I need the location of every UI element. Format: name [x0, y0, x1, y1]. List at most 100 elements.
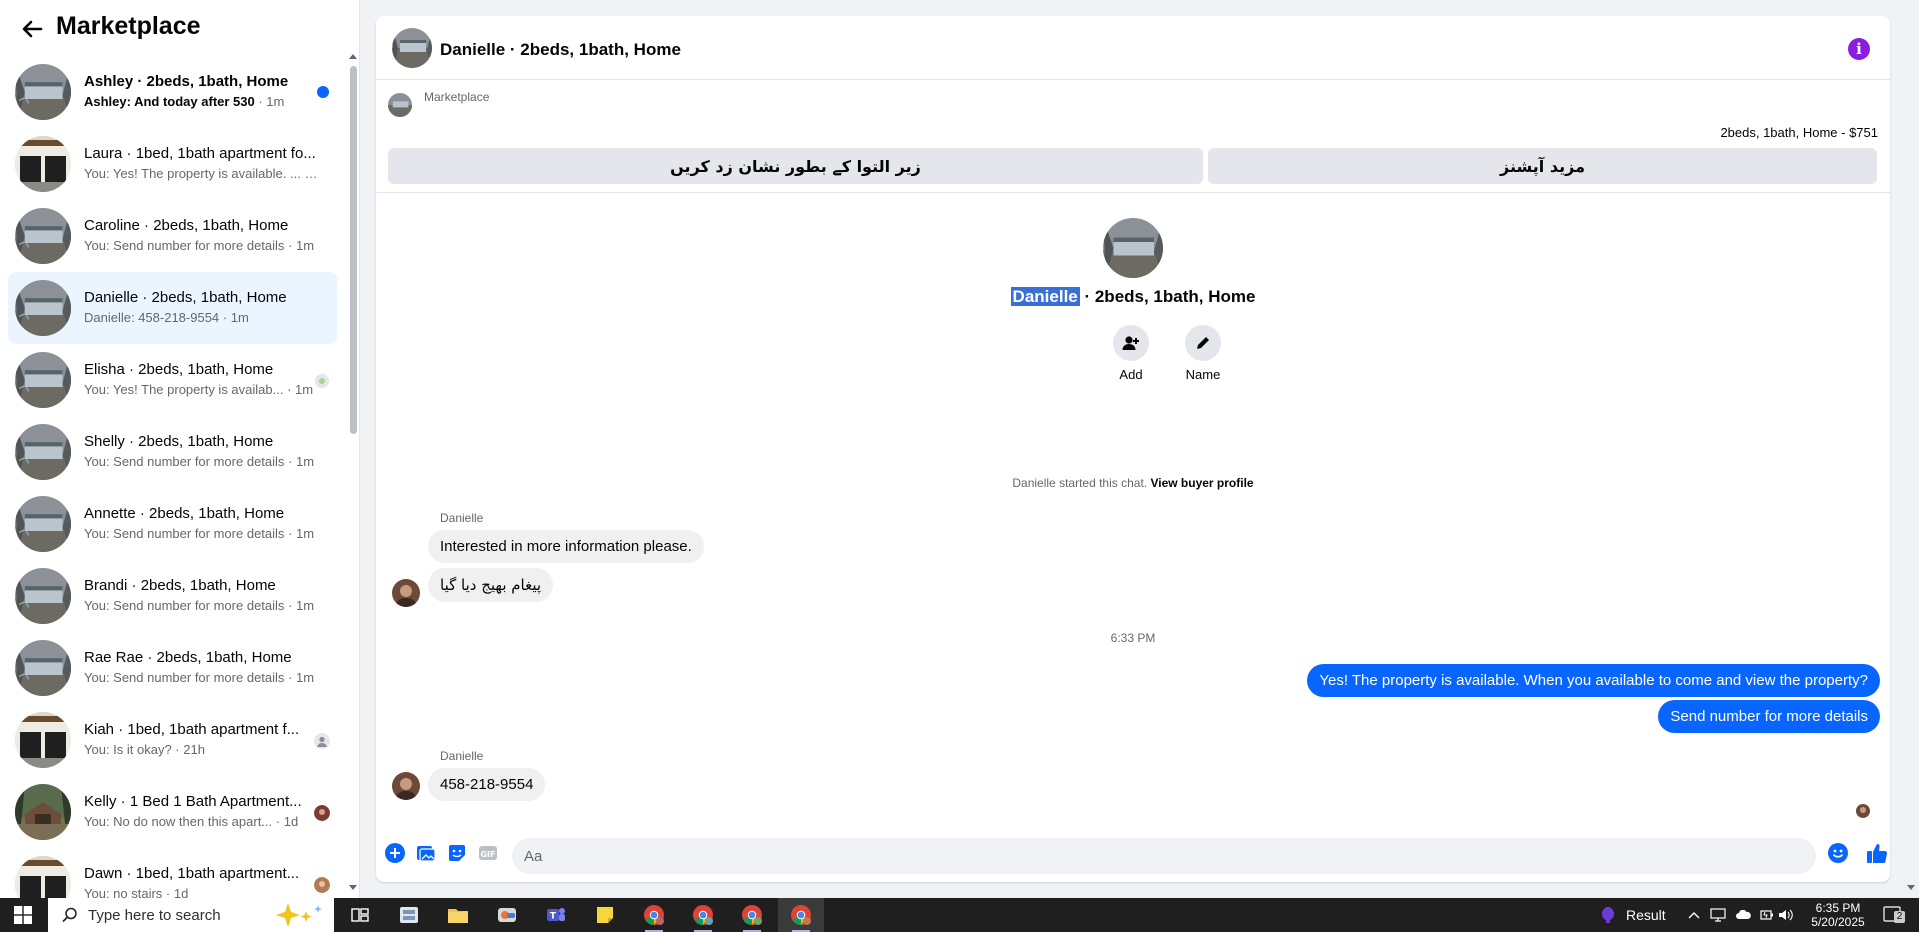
onedrive-cloud-icon[interactable] — [1735, 907, 1751, 923]
back-button[interactable] — [14, 14, 50, 44]
outgoing-message[interactable]: Yes! The property is available. When you… — [1307, 664, 1880, 697]
conversation-thumbnail — [15, 568, 71, 624]
conversation-item[interactable]: Dawn · 1bed, 1bath apartment... You: no s… — [8, 848, 337, 898]
battery-icon[interactable] — [1759, 907, 1775, 923]
listing-thumbnail[interactable] — [388, 93, 412, 117]
file-explorer-icon[interactable] — [435, 898, 481, 932]
conversation-thumbnail — [15, 136, 71, 192]
chrome-profile-3-icon[interactable] — [729, 898, 775, 932]
listing-title-price[interactable]: 2beds, 1bath, Home - $751 — [1720, 125, 1878, 140]
incoming-message[interactable]: Interested in more information please. — [428, 530, 704, 563]
speaker-icon[interactable] — [1778, 907, 1794, 923]
edit-name-button[interactable]: Name — [1168, 325, 1238, 382]
incoming-message[interactable]: 458-218-9554 — [428, 768, 546, 801]
thumbs-up-icon[interactable] — [1866, 842, 1888, 864]
info-icon[interactable]: i — [1848, 38, 1870, 60]
chrome-profile-4-icon[interactable] — [778, 898, 824, 932]
chrome-profile-1-icon[interactable] — [631, 898, 677, 932]
search-placeholder: Type here to search — [88, 907, 221, 924]
house-photo-icon — [1103, 218, 1163, 278]
conversation-preview-row: You: Yes! The property is available. ...… — [84, 165, 319, 183]
scroll-up-arrow-icon[interactable] — [349, 54, 357, 59]
sender-name: Danielle — [440, 749, 484, 763]
sidebar-scrollbar[interactable] — [348, 52, 358, 890]
conversation-title: Rae Rae · 2beds, 1bath, Home — [84, 649, 292, 666]
sticker-icon[interactable] — [446, 842, 468, 864]
conversation-thumbnail — [15, 784, 71, 840]
conversation-preview-row: You: Send number for more details · 1m — [84, 525, 319, 543]
conversation-title: Caroline · 2beds, 1bath, Home — [84, 217, 289, 234]
conversation-item[interactable]: Kiah · 1bed, 1bath apartment f... You: Is… — [8, 704, 337, 776]
conversation-item[interactable]: Elisha · 2beds, 1bath, Home You: Yes! The… — [8, 344, 337, 416]
conversation-time: · 1m — [304, 166, 319, 181]
task-view-icon[interactable] — [337, 898, 383, 932]
conversation-texts: Rae Rae · 2beds, 1bath, Home You: Send nu… — [84, 648, 319, 687]
incoming-message[interactable]: پیغام بھیج دیا گیا — [428, 568, 554, 602]
conversation-time: · 1m — [284, 526, 315, 541]
conversation-texts: Ashley · 2beds, 1bath, Home Ashley: And t… — [84, 72, 319, 111]
conversation-item[interactable]: Caroline · 2beds, 1bath, Home You: Send n… — [8, 200, 337, 272]
view-buyer-profile-link[interactable]: View buyer profile — [1150, 476, 1253, 490]
scrollbar-thumb[interactable] — [350, 66, 357, 434]
message-input[interactable] — [512, 838, 1816, 874]
conversation-preview-row: Danielle: 458-218-9554 · 1m — [84, 309, 319, 327]
taskbar-clock[interactable]: 6:35 PM 5/20/2025 — [1798, 901, 1878, 929]
conversation-list: Ashley · 2beds, 1bath, Home Ashley: And t… — [0, 56, 345, 898]
conversation-item[interactable]: Kelly · 1 Bed 1 Bath Apartment... You: No… — [8, 776, 337, 848]
conversation-time: · 1m — [254, 94, 285, 109]
page-scrollbar[interactable] — [1903, 0, 1919, 898]
start-button[interactable] — [0, 898, 46, 932]
pencil-icon — [1185, 325, 1221, 361]
chat-header-avatar[interactable] — [392, 28, 432, 68]
chat-header: Danielle · 2beds, 1bath, Home i — [376, 16, 1890, 80]
conversation-title: Elisha · 2beds, 1bath, Home — [84, 361, 274, 378]
house-photo-icon — [15, 208, 71, 264]
scroll-down-arrow-icon[interactable] — [349, 885, 357, 890]
widget-result[interactable]: Result — [1598, 898, 1666, 932]
chevron-up-icon[interactable] — [1686, 907, 1702, 923]
conversation-preview-row: You: Send number for more details · 1m — [84, 237, 319, 255]
seen-avatar-icon — [314, 733, 330, 749]
house-photo-icon — [15, 424, 71, 480]
started-text: Danielle started this chat. — [1012, 476, 1151, 490]
conversation-item[interactable]: Brandi · 2beds, 1bath, Home You: Send num… — [8, 560, 337, 632]
house-photo-icon — [392, 28, 432, 68]
sticky-notes-icon[interactable] — [582, 898, 628, 932]
chrome-profile-2-icon[interactable] — [680, 898, 726, 932]
add-contact-button[interactable]: Add — [1096, 325, 1166, 382]
conversation-preview-row: You: Send number for more details · 1m — [84, 669, 319, 687]
emoji-icon[interactable] — [1827, 842, 1849, 864]
conversation-item[interactable]: Ashley · 2beds, 1bath, Home Ashley: And t… — [8, 56, 337, 128]
weather-app-icon[interactable] — [484, 898, 530, 932]
conversation-item[interactable]: Rae Rae · 2beds, 1bath, Home You: Send nu… — [8, 632, 337, 704]
photo-icon[interactable] — [415, 842, 437, 864]
gif-icon[interactable]: GIF — [477, 842, 499, 864]
conversation-texts: Laura · 1bed, 1bath apartment fo... You: … — [84, 144, 319, 183]
conversation-item[interactable]: Danielle · 2beds, 1bath, Home Danielle: 4… — [8, 272, 337, 344]
conversation-title: Laura · 1bed, 1bath apartment fo... — [84, 145, 316, 162]
taskbar-search-box[interactable]: Type here to search — [48, 898, 334, 932]
conversation-title: Kiah · 1bed, 1bath apartment f... — [84, 721, 300, 738]
profile-avatar[interactable] — [1103, 218, 1163, 278]
conversation-item[interactable]: Shelly · 2beds, 1bath, Home You: Send num… — [8, 416, 337, 488]
message-timestamp: 6:33 PM — [1110, 631, 1156, 645]
sender-avatar[interactable] — [392, 579, 420, 607]
conversation-thumbnail — [15, 496, 71, 552]
mark-pending-button[interactable]: زیر التوا کے بطور نشان زد کریں — [388, 148, 1203, 184]
sender-avatar[interactable] — [392, 772, 420, 800]
conversation-title: Ashley · 2beds, 1bath, Home — [84, 73, 289, 90]
notification-count: 2 — [1894, 911, 1905, 923]
conversation-item[interactable]: Laura · 1bed, 1bath apartment fo... You: … — [8, 128, 337, 200]
display-icon[interactable] — [1710, 907, 1726, 923]
notification-center-icon[interactable]: 2 — [1882, 905, 1905, 925]
more-options-button[interactable]: مزید آپشنز — [1208, 148, 1877, 184]
chat-header-name[interactable]: Danielle · 2beds, 1bath, Home — [440, 40, 681, 60]
marketplace-label: Marketplace — [424, 90, 490, 104]
scroll-down-arrow-icon[interactable] — [1907, 885, 1915, 890]
outgoing-message[interactable]: Send number for more details — [1658, 700, 1880, 733]
teams-icon[interactable]: T — [533, 898, 579, 932]
sparkle-icon — [276, 903, 322, 927]
plus-circle-icon[interactable] — [384, 842, 406, 864]
file-cabinet-app-icon[interactable] — [386, 898, 432, 932]
conversation-item[interactable]: Annette · 2beds, 1bath, Home You: Send nu… — [8, 488, 337, 560]
